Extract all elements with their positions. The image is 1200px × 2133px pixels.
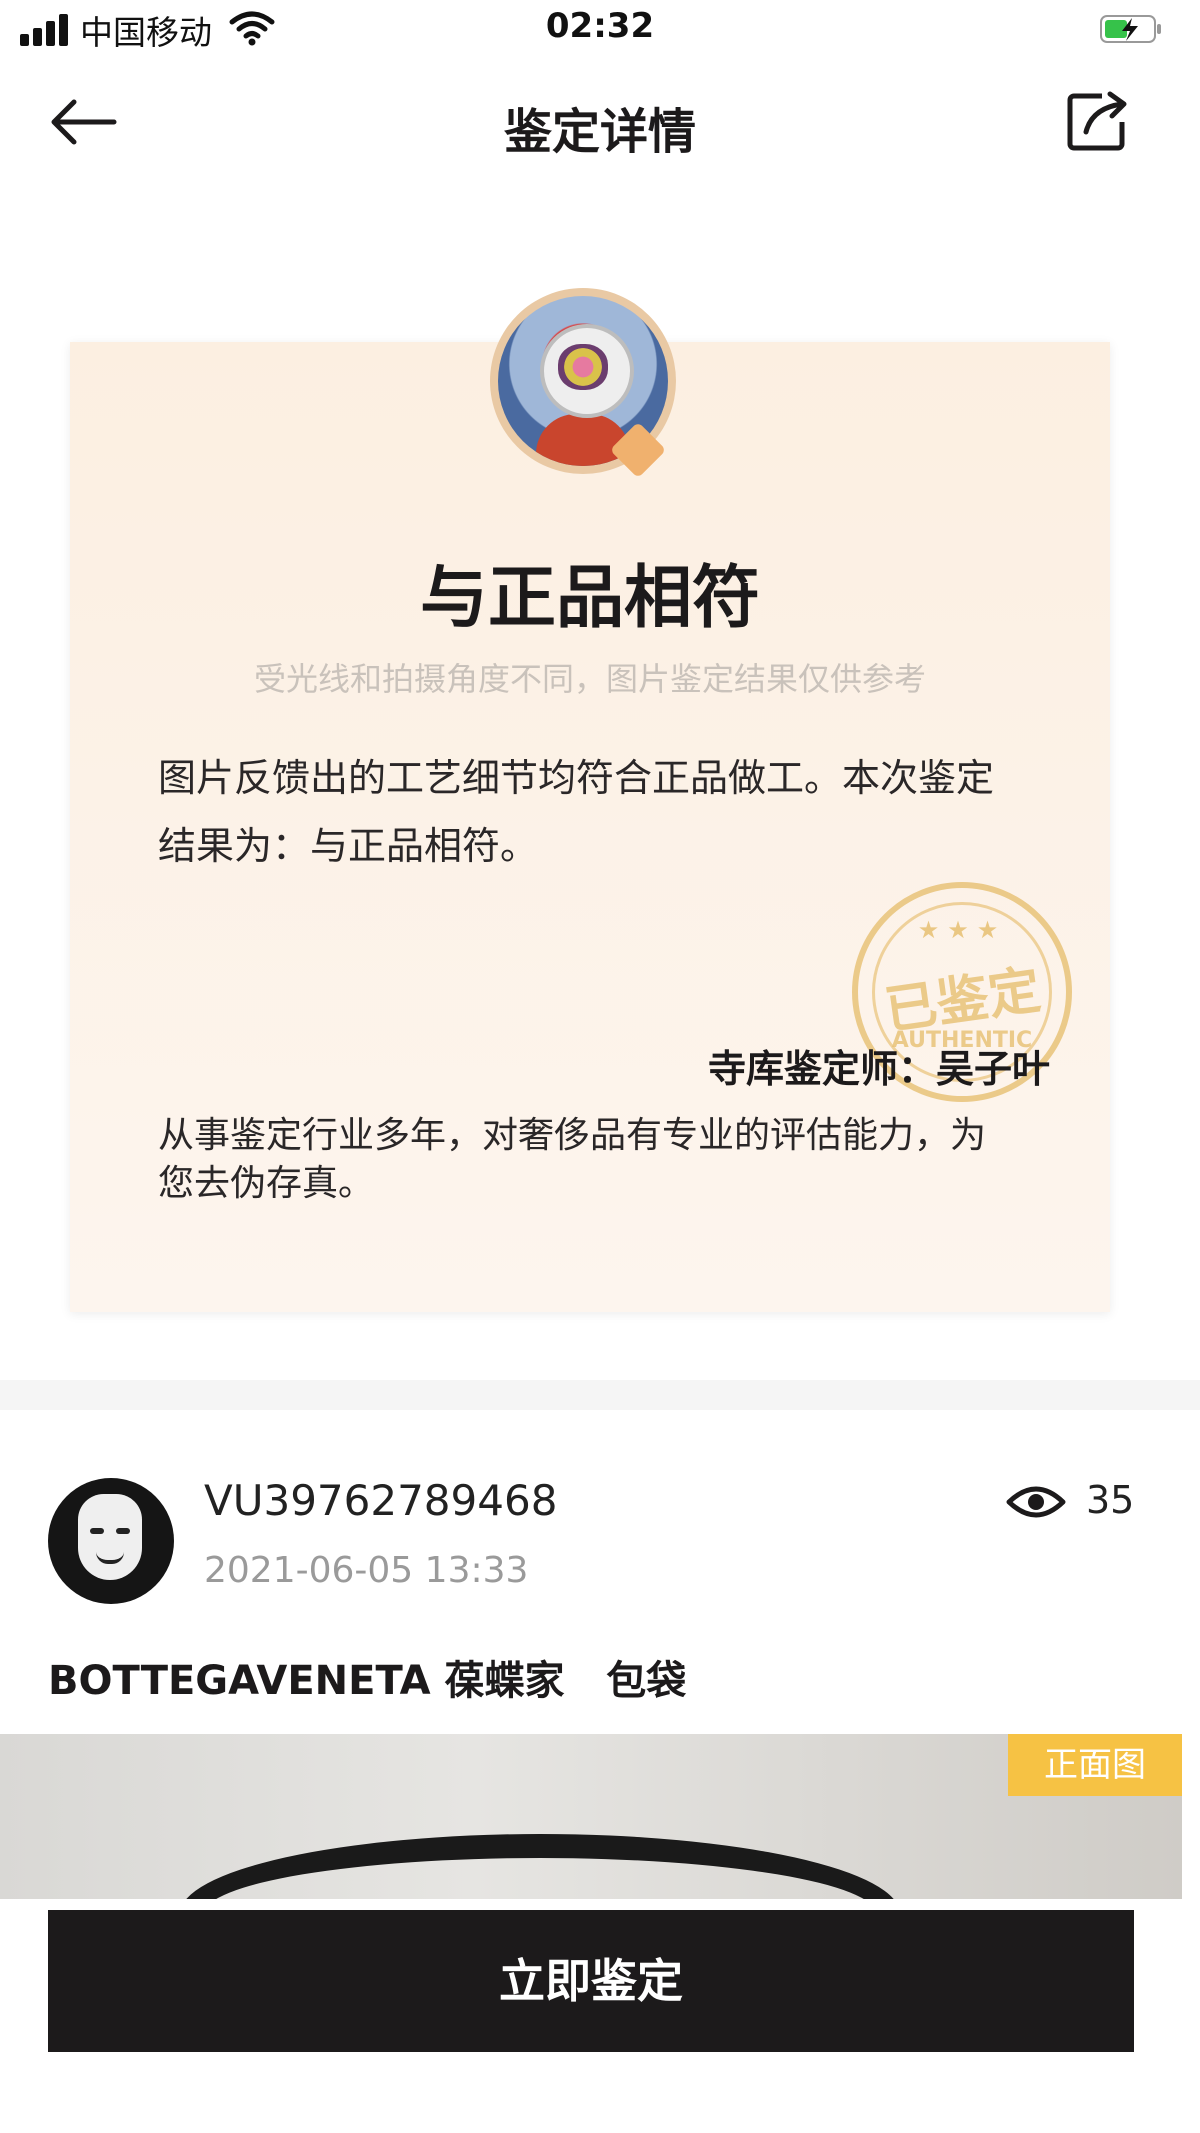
username: VU39762789468	[204, 1476, 558, 1525]
eye-icon	[1006, 1486, 1066, 1518]
disclaimer-text: 受光线和拍摄角度不同，图片鉴定结果仅供参考	[253, 660, 926, 698]
signal-icon	[20, 14, 72, 46]
result-title: 与正品相符	[419, 559, 760, 638]
carrier-name: 中国移动	[80, 13, 212, 52]
section-divider	[0, 1380, 1200, 1410]
appraiser-avatar	[490, 288, 676, 479]
appraise-now-button[interactable]: 立即鉴定	[48, 1910, 1134, 2052]
status-bar: 中国移动 02:32	[0, 0, 1200, 62]
share-icon[interactable]	[1066, 90, 1130, 152]
view-counter: 35	[1006, 1478, 1156, 1528]
product-title: BOTTEGAVENETA 葆蝶家 包袋	[48, 1658, 687, 1704]
result-description: 图片反馈出的工艺细节均符合正品做工。本次鉴定结果为：与正品相符。	[158, 756, 995, 868]
appraiser-name: 寺库鉴定师：吴子叶	[707, 1047, 1050, 1091]
post-timestamp: 2021-06-05 13:33	[204, 1550, 529, 1591]
appraiser-bio: 从事鉴定行业多年，对奢侈品有专业的评估能力，为您去伪存真。	[158, 1115, 987, 1204]
product-photo[interactable]	[0, 1734, 1182, 1899]
clock: 02:32	[545, 6, 655, 46]
view-count: 35	[1086, 1478, 1135, 1522]
user-avatar[interactable]	[48, 1478, 174, 1604]
nav-bar: 鉴定详情	[0, 62, 1200, 182]
page-title: 鉴定详情	[503, 104, 696, 160]
photo-label-badge: 正面图	[1008, 1734, 1182, 1796]
battery-icon	[1100, 15, 1161, 43]
arrow-left-icon[interactable]	[48, 92, 120, 152]
appraisal-result-card: 与正品相符 受光线和拍摄角度不同，图片鉴定结果仅供参考 图片反馈出的工艺细节均符…	[70, 342, 1110, 1312]
wifi-icon	[229, 11, 275, 46]
